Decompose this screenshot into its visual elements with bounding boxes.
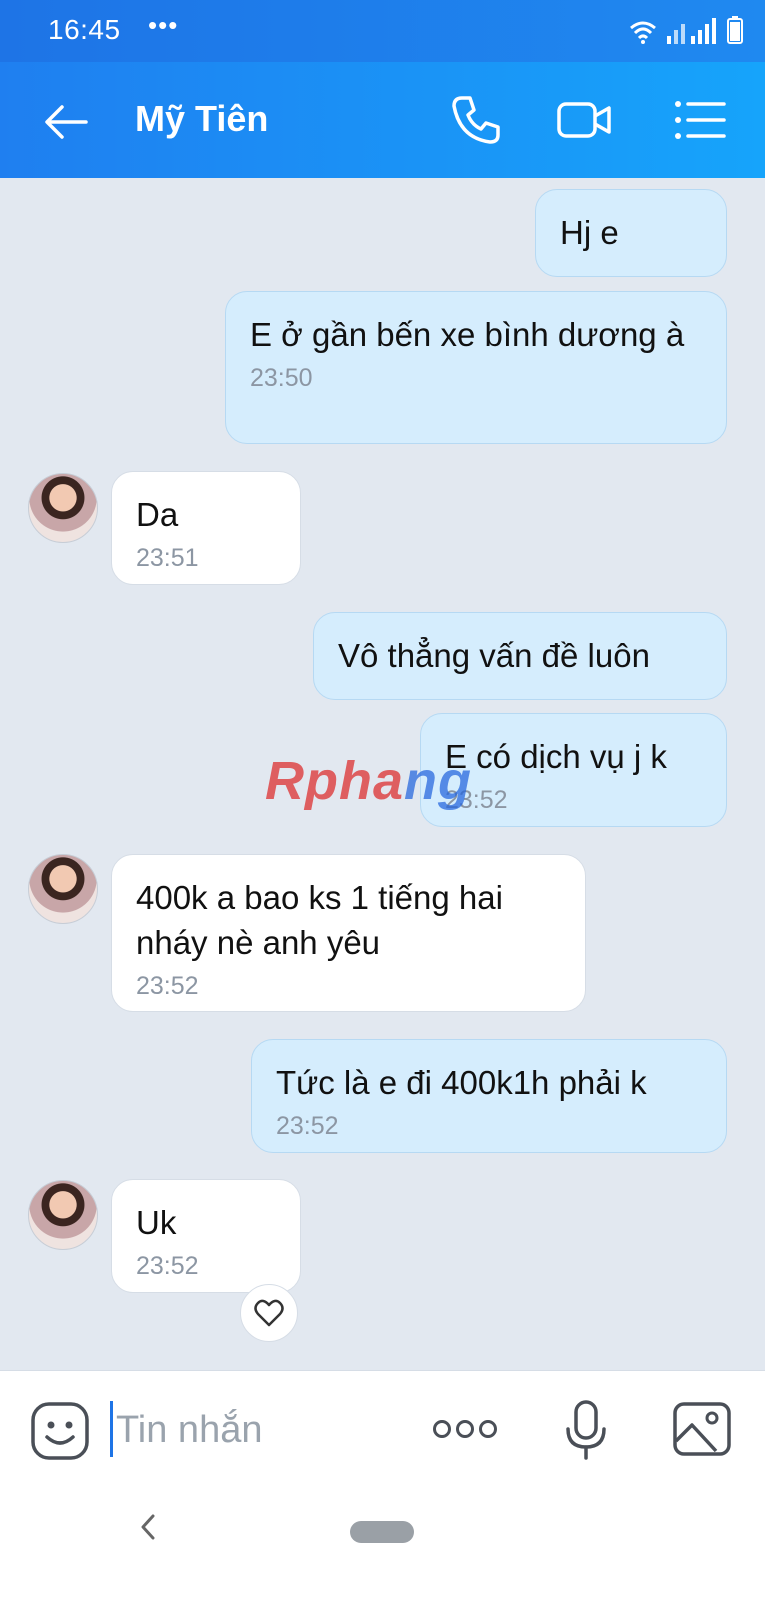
message-time: 23:52 bbox=[136, 972, 199, 1000]
message-bubble-outgoing[interactable]: Tức là e đi 400k1h phải k 23:52 bbox=[251, 1039, 727, 1153]
text-cursor bbox=[110, 1401, 113, 1457]
image-icon[interactable] bbox=[672, 1401, 732, 1457]
status-bar: 16:45 ••• bbox=[0, 0, 765, 62]
message-bubble-outgoing[interactable]: Vô thẳng vấn đề luôn bbox=[313, 612, 727, 700]
status-icons bbox=[629, 16, 743, 44]
message-time: 23:50 bbox=[250, 364, 313, 392]
composer-bar bbox=[0, 1370, 765, 1601]
status-time: 16:45 bbox=[48, 14, 121, 45]
message-bubble-incoming[interactable]: Uk 23:52 bbox=[111, 1179, 301, 1293]
message-text: E ở gần bến xe bình dương à bbox=[250, 316, 685, 353]
message-bubble-outgoing[interactable]: E ở gần bến xe bình dương à 23:50 bbox=[225, 291, 727, 444]
microphone-icon[interactable] bbox=[564, 1399, 608, 1461]
message-text: Da bbox=[136, 496, 179, 533]
heart-icon bbox=[254, 1299, 284, 1327]
avatar[interactable] bbox=[28, 1180, 98, 1250]
message-text: Uk bbox=[136, 1204, 177, 1241]
message-bubble-outgoing[interactable]: Hj e bbox=[535, 189, 727, 277]
watermark-logo: Rphang bbox=[265, 750, 472, 812]
message-text: E có dịch vụ j k bbox=[445, 738, 667, 775]
react-heart-button[interactable] bbox=[240, 1284, 298, 1342]
message-input[interactable] bbox=[114, 1403, 398, 1457]
system-back-icon[interactable] bbox=[138, 1513, 158, 1541]
system-home-pill[interactable] bbox=[350, 1521, 414, 1543]
video-call-icon[interactable] bbox=[556, 92, 612, 148]
avatar[interactable] bbox=[28, 854, 98, 924]
back-arrow-icon[interactable] bbox=[42, 98, 90, 146]
message-bubble-incoming[interactable]: 400k a bao ks 1 tiếng hai nháy nè anh yê… bbox=[111, 854, 586, 1012]
message-list[interactable]: Hj e E ở gần bến xe bình dương à 23:50 D… bbox=[0, 178, 765, 1370]
message-text: Vô thẳng vấn đề luôn bbox=[338, 637, 650, 674]
message-bubble-incoming[interactable]: Da 23:51 bbox=[111, 471, 301, 585]
message-text: 400k a bao ks 1 tiếng hai nháy nè anh yê… bbox=[136, 879, 503, 961]
message-time: 23:52 bbox=[445, 786, 508, 814]
signal-icon bbox=[667, 18, 716, 44]
phone-icon[interactable] bbox=[448, 92, 504, 148]
message-time: 23:51 bbox=[136, 544, 199, 572]
avatar[interactable] bbox=[28, 473, 98, 543]
watermark-part1: Rpha bbox=[265, 751, 404, 811]
watermark-part2: ng bbox=[404, 751, 472, 811]
message-time: 23:52 bbox=[276, 1112, 339, 1140]
wifi-icon bbox=[630, 21, 656, 44]
more-icon[interactable] bbox=[432, 1417, 498, 1441]
battery-icon bbox=[727, 16, 743, 44]
message-text: Tức là e đi 400k1h phải k bbox=[276, 1064, 647, 1101]
status-dots: ••• bbox=[148, 10, 179, 40]
emoji-icon[interactable] bbox=[30, 1401, 90, 1461]
message-time: 23:52 bbox=[136, 1252, 199, 1280]
menu-list-icon[interactable] bbox=[672, 92, 728, 148]
message-text: Hj e bbox=[560, 214, 619, 251]
contact-name[interactable]: Mỹ Tiên bbox=[135, 98, 268, 140]
chat-header: Mỹ Tiên bbox=[0, 62, 765, 178]
